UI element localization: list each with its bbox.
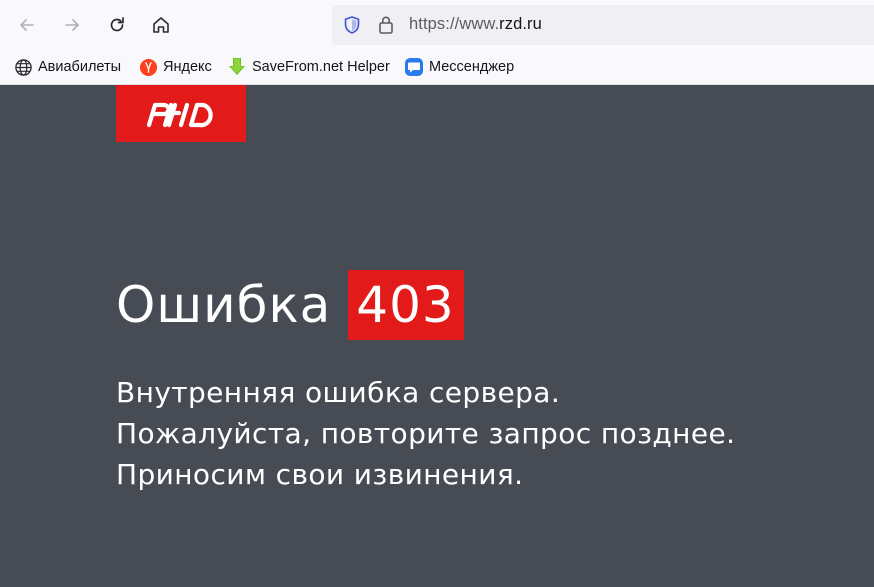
error-heading: Ошибка 403: [116, 270, 464, 340]
error-title: Ошибка: [116, 276, 332, 334]
chat-bubble-icon: [404, 57, 424, 77]
home-icon: [153, 17, 169, 33]
globe-icon: [13, 57, 33, 77]
reload-icon: [110, 17, 124, 32]
bookmark-label: Авиабилеты: [38, 59, 122, 75]
url-text[interactable]: https://www.rzd.ru: [409, 15, 542, 34]
lock-icon[interactable]: [376, 14, 396, 36]
home-button[interactable]: [145, 9, 177, 41]
error-message-line: Внутренняя ошибка сервера.: [116, 376, 561, 409]
back-arrow-icon: [20, 19, 34, 31]
forward-arrow-icon: [65, 19, 79, 31]
url-prefix: https://www.: [409, 15, 500, 33]
error-page: Ошибка 403 Внутренняя ошибка сервера. По…: [0, 85, 874, 587]
forward-button[interactable]: [56, 9, 88, 41]
tracking-protection-shield-icon[interactable]: [342, 15, 362, 35]
download-arrow-icon: [227, 57, 247, 77]
bookmark-label: Яндекс: [163, 59, 212, 75]
bookmark-label: SaveFrom.net Helper: [252, 59, 390, 75]
error-code-badge: 403: [348, 270, 464, 340]
url-domain: rzd.ru: [499, 15, 542, 33]
bookmark-messenger[interactable]: Мессенджер: [404, 56, 514, 78]
rzd-logo[interactable]: [116, 85, 246, 142]
error-message-line: Пожалуйста, повторите запрос позднее.: [116, 417, 736, 450]
browser-toolbar: https://www.rzd.ru: [0, 0, 874, 50]
back-button[interactable]: [11, 9, 43, 41]
error-message: Внутренняя ошибка сервера. Пожалуйста, п…: [116, 372, 735, 495]
rzd-logo-mark: [146, 102, 213, 127]
bookmark-label: Мессенджер: [429, 59, 515, 75]
bookmarks-bar: Авиабилеты Яндекс SaveFrom.net Helper Ме…: [0, 50, 874, 85]
bookmark-yandex[interactable]: Яндекс: [138, 56, 212, 78]
bookmark-aviabilety[interactable]: Авиабилеты: [13, 56, 121, 78]
yandex-icon: [138, 57, 158, 77]
bookmark-savefrom[interactable]: SaveFrom.net Helper: [227, 56, 390, 78]
address-bar[interactable]: https://www.rzd.ru: [332, 5, 874, 45]
reload-button[interactable]: [101, 9, 133, 41]
error-message-line: Приносим свои извинения.: [116, 458, 524, 491]
